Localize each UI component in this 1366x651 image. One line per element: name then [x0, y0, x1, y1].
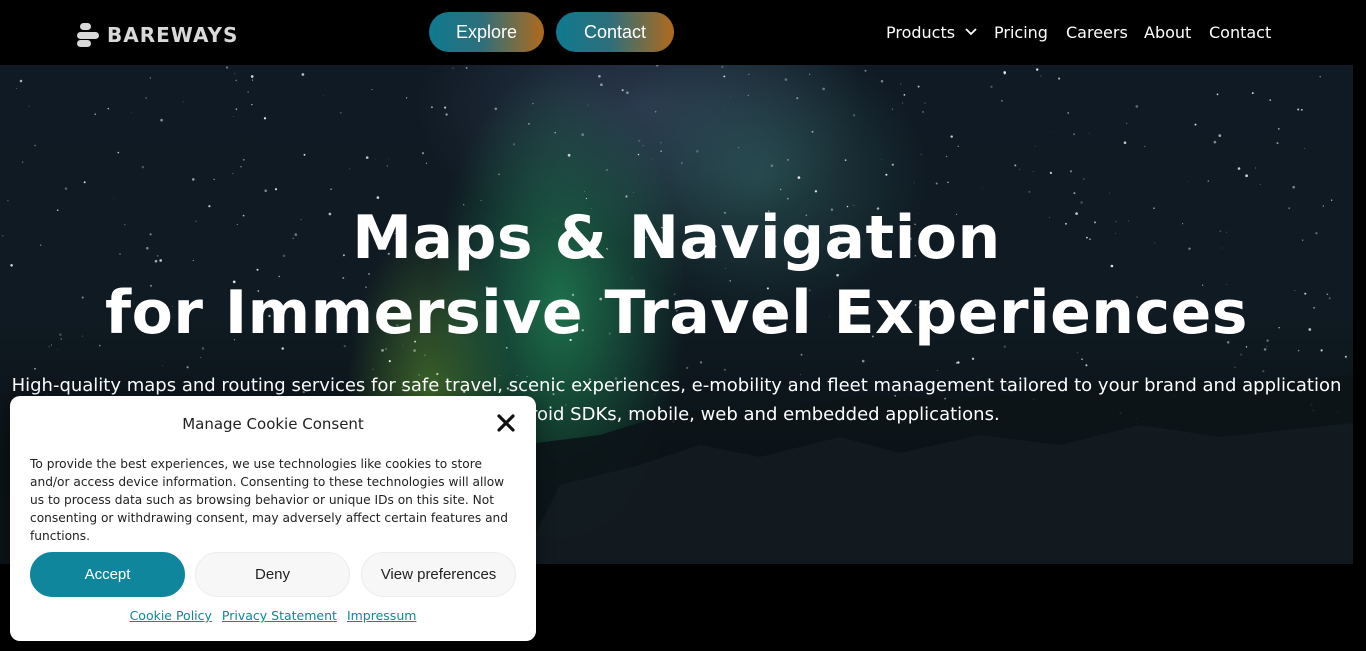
deny-button[interactable]: Deny — [195, 552, 350, 597]
cookie-policy-link[interactable]: Cookie Policy — [130, 608, 212, 623]
close-icon[interactable] — [497, 414, 515, 432]
hero-title-line2: for Immersive Travel Experiences — [105, 278, 1248, 348]
cookie-dialog-body: To provide the best experiences, we use … — [30, 457, 509, 543]
page: BAREWAYS Explore Contact Products Pricin… — [0, 0, 1366, 651]
nav-about-link[interactable]: About — [1144, 23, 1191, 42]
privacy-statement-link[interactable]: Privacy Statement — [222, 608, 337, 623]
nav-products-link[interactable]: Products — [886, 23, 955, 42]
logo-text: BAREWAYS — [107, 23, 239, 47]
nav-item-pricing[interactable]: Pricing — [994, 20, 1048, 44]
hero-subtitle-line1: High-quality maps and routing services f… — [11, 375, 1342, 396]
chevron-down-icon — [965, 28, 977, 36]
logo-mark-icon — [77, 23, 99, 47]
cookie-links: Cookie Policy Privacy Statement Impressu… — [10, 608, 536, 623]
impressum-link[interactable]: Impressum — [347, 608, 416, 623]
nav-careers-link[interactable]: Careers — [1066, 23, 1128, 42]
nav-item-products[interactable]: Products — [886, 20, 977, 44]
nav-item-about[interactable]: About — [1144, 20, 1191, 44]
view-preferences-button[interactable]: View preferences — [361, 552, 516, 597]
site-header: BAREWAYS Explore Contact Products Pricin… — [0, 0, 1366, 65]
hero-title-line1: Maps & Navigation — [352, 203, 1001, 273]
contact-pill-button[interactable]: Contact — [556, 12, 674, 52]
nav-item-careers[interactable]: Careers — [1066, 20, 1128, 44]
accept-button[interactable]: Accept — [30, 552, 185, 597]
nav-pricing-link[interactable]: Pricing — [994, 23, 1048, 42]
brand-logo[interactable]: BAREWAYS — [77, 22, 238, 48]
cookie-consent-dialog: Manage Cookie Consent To provide the bes… — [10, 396, 536, 641]
cookie-dialog-title: Manage Cookie Consent — [182, 415, 364, 433]
nav-contact-link[interactable]: Contact — [1209, 23, 1271, 42]
nav-item-contact[interactable]: Contact — [1209, 20, 1271, 44]
explore-button[interactable]: Explore — [429, 12, 544, 52]
